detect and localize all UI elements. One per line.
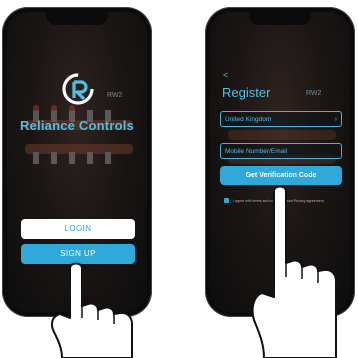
hand-pointer-icon (251, 185, 337, 358)
mobile-email-input[interactable]: Mobile Number/Email (220, 143, 342, 159)
page-title: Register (222, 85, 271, 100)
brand-name: Reliance Controls (20, 118, 134, 133)
chevron-down-icon: › (334, 116, 337, 123)
get-verification-code-button[interactable]: Get Verification Code (220, 166, 342, 185)
country-select[interactable]: United Kingdom › (220, 111, 342, 127)
country-value: United Kingdom (225, 116, 272, 123)
phone-notch (249, 12, 311, 25)
phone-notch (46, 12, 108, 25)
login-button[interactable]: LOGIN (21, 219, 135, 239)
model-badge: RW2 (306, 90, 322, 97)
signup-button[interactable]: SIGN UP (21, 244, 135, 264)
checkbox-icon[interactable] (224, 198, 229, 203)
manifold-background-image (25, 105, 133, 164)
back-button[interactable]: < (223, 70, 228, 80)
mobile-placeholder: Mobile Number/Email (225, 148, 288, 155)
model-badge: RW2 (107, 92, 123, 99)
reliance-logo-icon (61, 72, 95, 106)
hand-pointer-icon (51, 262, 133, 358)
